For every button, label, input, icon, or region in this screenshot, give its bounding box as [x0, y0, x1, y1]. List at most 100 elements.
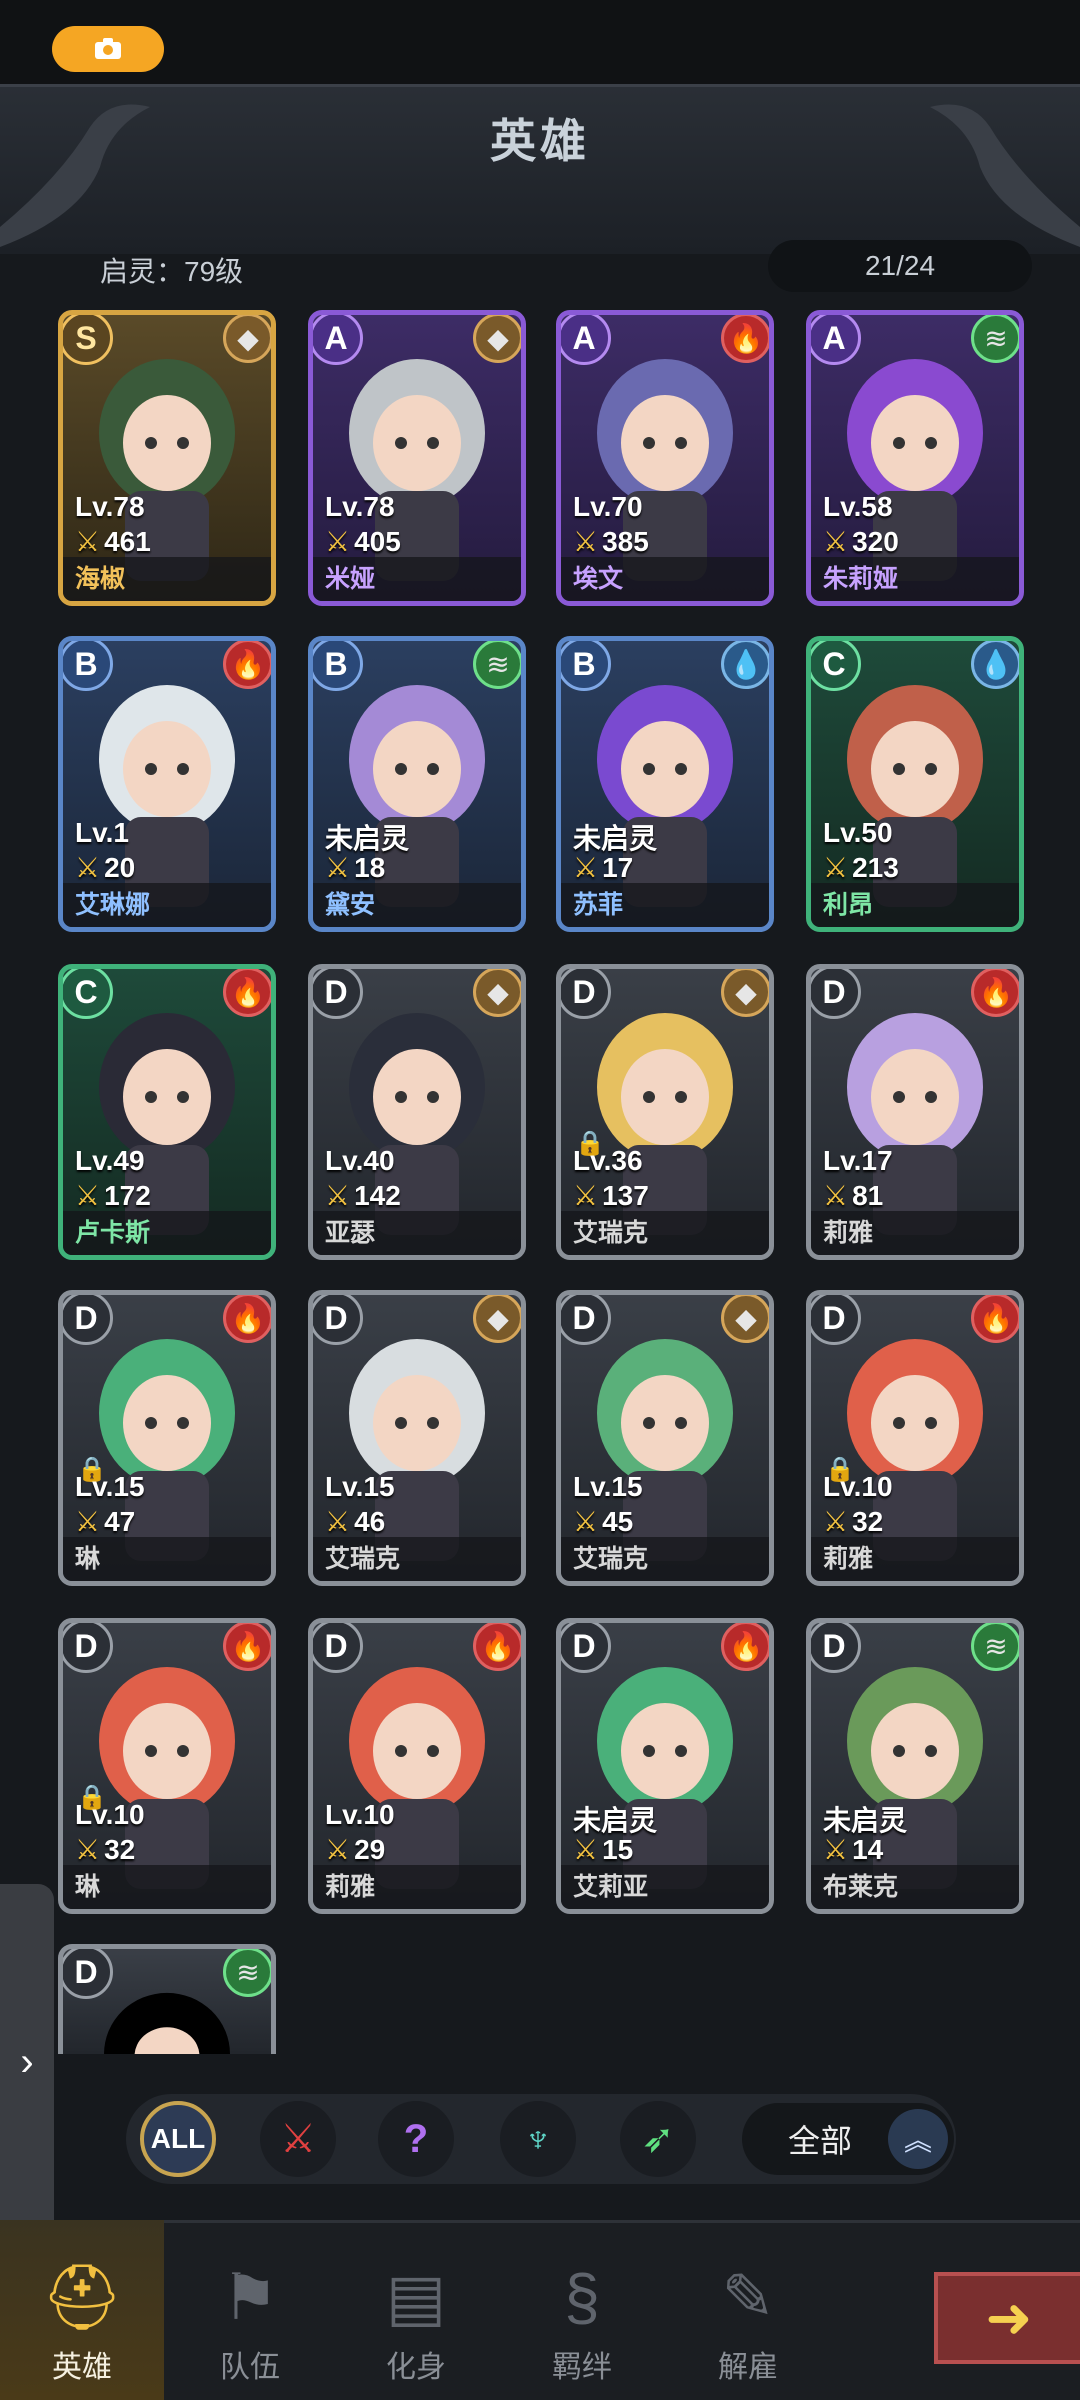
hero-card-partial[interactable]: D ≋: [58, 1944, 276, 2054]
hero-power: ⚔ 15: [573, 1833, 633, 1866]
hero-name: 朱莉娅: [823, 565, 899, 593]
nav-bond[interactable]: § 羁绊: [500, 2220, 664, 2400]
nav-label: 队伍: [220, 2351, 280, 2384]
hero-card[interactable]: B ≋ 未启灵 ⚔ 18 黛安: [308, 636, 526, 932]
wind-element-icon: ≋: [971, 1623, 1019, 1671]
mage-class-icon[interactable]: ♆: [500, 2101, 576, 2177]
fire-element-icon: 🔥: [223, 641, 271, 689]
hero-level: Lv.15: [573, 1471, 643, 1502]
rarity-badge: D: [313, 1623, 363, 1673]
nav-dismiss[interactable]: ✎ 解雇: [666, 2220, 830, 2400]
power-value: 15: [602, 1834, 634, 1865]
hero-power: ⚔ 461: [75, 525, 151, 558]
hero-name: 琳: [75, 1873, 101, 1901]
nav-label: 羁绊: [552, 2351, 612, 2384]
swords-icon: ⚔: [573, 1506, 599, 1537]
swords-icon: ⚔: [75, 1180, 101, 1211]
rarity-badge: A: [811, 315, 861, 365]
wind-element-icon: ≋: [223, 1949, 271, 1997]
swords-icon: ⚔: [75, 526, 101, 557]
rarity-badge: D: [561, 1623, 611, 1673]
nav-team[interactable]: ⚑ 队伍: [168, 2220, 332, 2400]
nav-label: 解雇: [718, 2351, 778, 2384]
side-expand-tab[interactable]: ›: [0, 1884, 54, 2240]
hero-card[interactable]: C 🔥 Lv.49 ⚔ 172 卢卡斯: [58, 964, 276, 1260]
dismiss-icon: ✎: [721, 2261, 775, 2333]
power-value: 47: [104, 1506, 136, 1537]
hero-name: 利昂: [823, 891, 874, 919]
rarity-badge: D: [811, 969, 861, 1019]
filter-all-button[interactable]: ALL: [140, 2101, 216, 2177]
earth-element-icon: ◆: [721, 1295, 769, 1343]
power-value: 405: [354, 526, 401, 557]
swords-icon: ⚔: [823, 1834, 849, 1865]
swords-icon: ⚔: [75, 852, 101, 883]
fire-element-icon: 🔥: [473, 1623, 521, 1671]
hero-grid: S ◆ Lv.78 ⚔ 461 海椒 A ◆ Lv.78 ⚔ 405 米娅 A 🔥 Lv.70 ⚔ 385 埃文 A…: [0, 0, 1080, 2400]
hero-power: ⚔ 142: [325, 1179, 401, 1212]
nav-avatar[interactable]: ▤ 化身: [334, 2220, 498, 2400]
hero-name: 莉雅: [325, 1873, 376, 1901]
hero-card[interactable]: D 🔥 Lv.10 ⚔ 29 莉雅: [308, 1618, 526, 1914]
nav-label: 英雄: [52, 2351, 112, 2384]
hero-name: 黛安: [325, 891, 376, 919]
hero-level: Lv.78: [75, 491, 145, 522]
hero-name: 艾瑞克: [325, 1545, 401, 1573]
hero-power: ⚔ 320: [823, 525, 899, 558]
nav-label: 化身: [386, 2351, 446, 2384]
hero-card[interactable]: D 🔥 🔒 Lv.15 ⚔ 47 琳: [58, 1290, 276, 1586]
warrior-class-icon[interactable]: ⚔: [260, 2101, 336, 2177]
swords-icon: ⚔: [823, 1506, 849, 1537]
swords-icon: ⚔: [75, 1834, 101, 1865]
power-value: 137: [602, 1180, 649, 1211]
swords-icon: ⚔: [573, 1180, 599, 1211]
hero-card[interactable]: A 🔥 Lv.70 ⚔ 385 埃文: [556, 310, 774, 606]
mystery-class-icon[interactable]: ?: [378, 2101, 454, 2177]
hero-power: ⚔ 29: [325, 1833, 385, 1866]
wind-element-icon: ≋: [473, 641, 521, 689]
hero-card[interactable]: A ≋ Lv.58 ⚔ 320 朱莉娅: [806, 310, 1024, 606]
hero-name: 琳: [75, 1545, 101, 1573]
rarity-badge: C: [63, 969, 113, 1019]
hero-level: Lv.58: [823, 491, 893, 522]
hero-card[interactable]: S ◆ Lv.78 ⚔ 461 海椒: [58, 310, 276, 606]
hero-card[interactable]: D 🔥 未启灵 ⚔ 15 艾莉亚: [556, 1618, 774, 1914]
fire-element-icon: 🔥: [971, 969, 1019, 1017]
hero-level: Lv.50: [823, 817, 893, 848]
hero-card[interactable]: D 🔥 🔒 Lv.10 ⚔ 32 琳: [58, 1618, 276, 1914]
hero-name: 艾瑞克: [573, 1219, 649, 1247]
hero-power: ⚔ 32: [823, 1505, 883, 1538]
category-dropdown[interactable]: 全部 ︽: [742, 2103, 954, 2175]
hero-card[interactable]: D ◆ 🔒 Lv.36 ⚔ 137 艾瑞克: [556, 964, 774, 1260]
hero-card[interactable]: D ◆ Lv.15 ⚔ 46 艾瑞克: [308, 1290, 526, 1586]
hero-name: 苏菲: [573, 891, 624, 919]
wind-element-icon: ≋: [971, 315, 1019, 363]
hero-card[interactable]: B 💧 未启灵 ⚔ 17 苏菲: [556, 636, 774, 932]
rarity-badge: D: [811, 1623, 861, 1673]
hero-card[interactable]: D ◆ Lv.40 ⚔ 142 亚瑟: [308, 964, 526, 1260]
power-value: 20: [104, 852, 136, 883]
hero-power: ⚔ 46: [325, 1505, 385, 1538]
hero-card[interactable]: D ≋ 未启灵 ⚔ 14 布莱克: [806, 1618, 1024, 1914]
next-button[interactable]: ➜: [934, 2272, 1080, 2364]
swords-icon: ⚔: [823, 526, 849, 557]
earth-element-icon: ◆: [473, 1295, 521, 1343]
archer-class-icon[interactable]: ➶: [620, 2101, 696, 2177]
hero-power: ⚔ 47: [75, 1505, 135, 1538]
hero-card[interactable]: D 🔥 🔒 Lv.10 ⚔ 32 莉雅: [806, 1290, 1024, 1586]
hero-card[interactable]: D 🔥 Lv.17 ⚔ 81 莉雅: [806, 964, 1024, 1260]
hero-card[interactable]: A ◆ Lv.78 ⚔ 405 米娅: [308, 310, 526, 606]
hero-name: 艾琳娜: [75, 891, 151, 919]
hero-card[interactable]: B 🔥 Lv.1 ⚔ 20 艾琳娜: [58, 636, 276, 932]
hero-name: 布莱克: [823, 1873, 899, 1901]
nav-heroes[interactable]: ⛑ 英雄: [0, 2220, 164, 2400]
hero-card[interactable]: C 💧 Lv.50 ⚔ 213 利昂: [806, 636, 1024, 932]
power-value: 29: [354, 1834, 386, 1865]
power-value: 142: [354, 1180, 401, 1211]
rarity-badge: C: [811, 641, 861, 691]
swords-icon: ⚔: [573, 852, 599, 883]
power-value: 385: [602, 526, 649, 557]
hero-name: 艾瑞克: [573, 1545, 649, 1573]
rarity-badge: D: [63, 1623, 113, 1673]
hero-card[interactable]: D ◆ Lv.15 ⚔ 45 艾瑞克: [556, 1290, 774, 1586]
